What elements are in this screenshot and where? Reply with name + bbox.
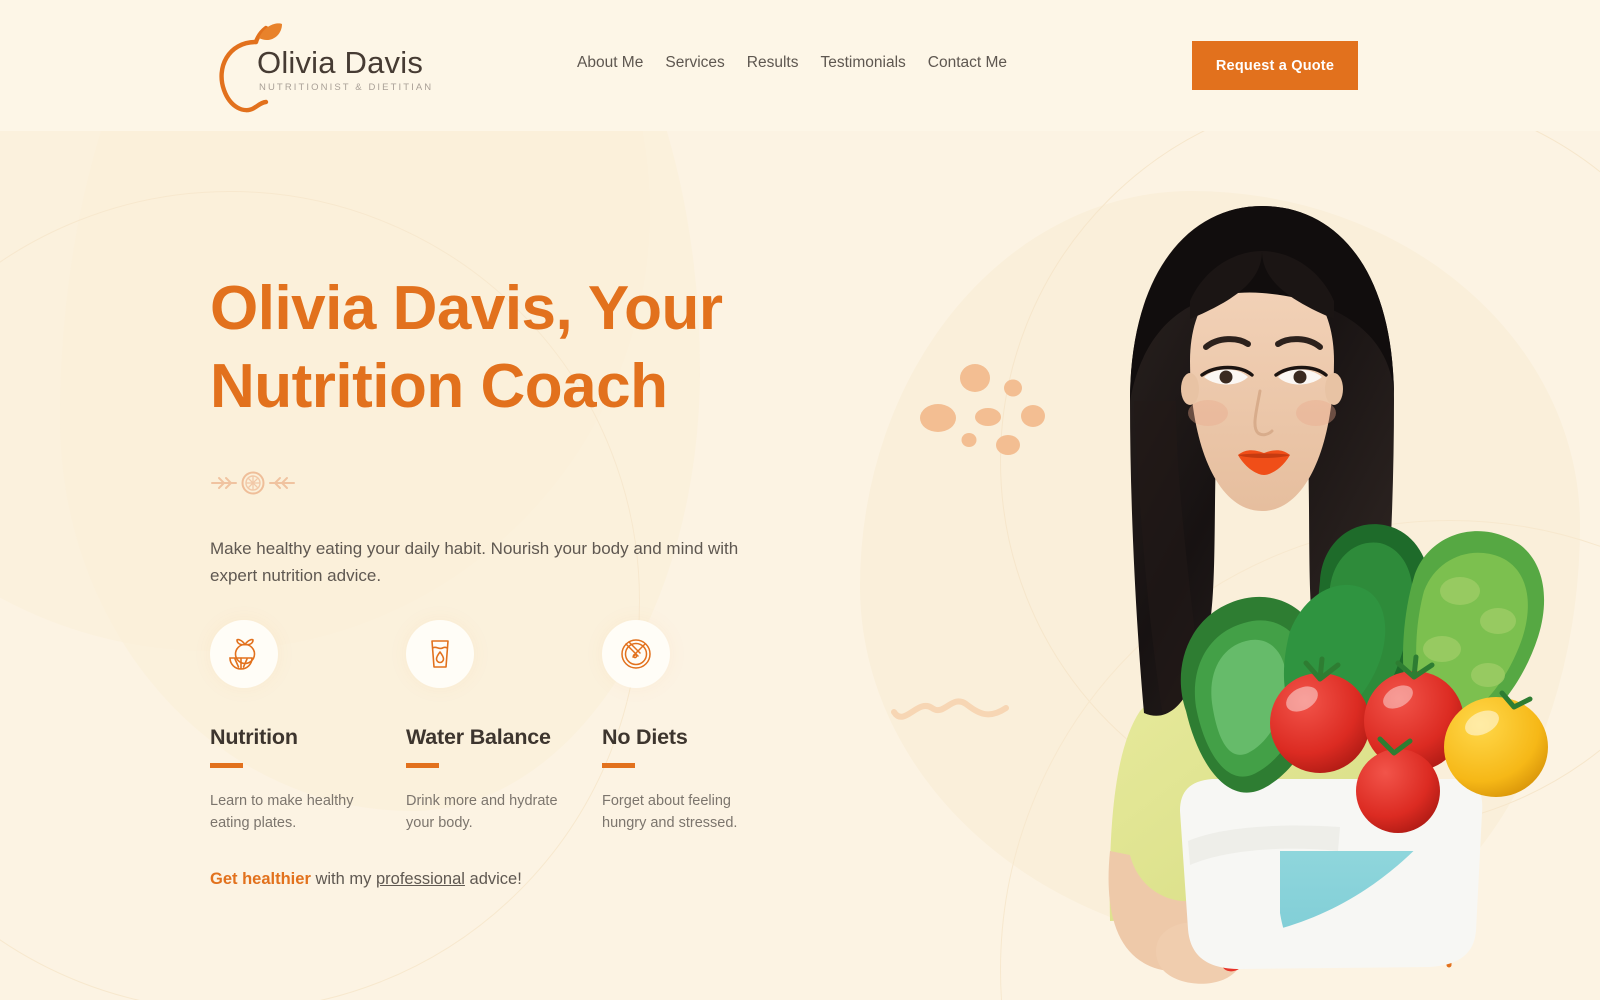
orange-slice-divider-icon (211, 471, 295, 495)
feature-description: Drink more and hydrate your body. (406, 793, 558, 832)
hero-image-area (880, 131, 1550, 1000)
feature-card-nutrition: Nutrition Learn to make healthy eating p… (210, 620, 406, 834)
nav-item-contact-me[interactable]: Contact Me (928, 54, 1007, 72)
main-nav: About Me Services Results Testimonials C… (577, 54, 1007, 72)
orange-fruit-icon (229, 638, 256, 670)
feature-icon-wrapper (406, 620, 474, 688)
feature-card-no-diets: No Diets Forget about feeling hungry and… (602, 620, 798, 834)
woman-with-vegetables-photo (1108, 206, 1550, 984)
nav-item-services[interactable]: Services (665, 54, 724, 72)
feature-description: Learn to make healthy eating plates. (210, 793, 354, 832)
cta-end-text: advice! (464, 870, 522, 888)
feature-card-water-balance: Water Balance Drink more and hydrate you… (406, 620, 602, 834)
professional-link[interactable]: professional (376, 870, 465, 888)
headline-line-2: Nutrition Coach (210, 352, 668, 422)
cta-strong-text: Get healthier (210, 870, 311, 888)
nav-item-testimonials[interactable]: Testimonials (820, 54, 905, 72)
headline-line-1: Olivia Davis, Your (210, 274, 723, 343)
water-glass-icon (431, 640, 449, 668)
feature-description: Forget about feeling hungry and stressed… (602, 793, 738, 832)
request-a-quote-button[interactable]: Request a Quote (1192, 41, 1358, 90)
feature-title: Water Balance (406, 725, 551, 749)
cta-mid-text: with my (310, 870, 376, 888)
page-title: Olivia Davis, Your Nutrition Coach (210, 270, 830, 426)
feature-title: No Diets (602, 725, 688, 749)
feature-icon-wrapper (210, 620, 278, 688)
hero-lead-text: Make healthy eating your daily habit. No… (210, 539, 739, 586)
feature-list: Nutrition Learn to make healthy eating p… (210, 620, 798, 834)
logo[interactable]: Olivia Davis NUTRITIONIST & DIETITIAN (210, 20, 570, 115)
plate-cutlery-icon (621, 639, 651, 669)
feature-underline (210, 763, 243, 768)
site-header: Olivia Davis NUTRITIONIST & DIETITIAN Ab… (0, 0, 1600, 131)
logo-subtitle: NUTRITIONIST & DIETITIAN (259, 82, 434, 93)
feature-underline (602, 763, 635, 768)
nav-item-results[interactable]: Results (747, 54, 799, 72)
nav-item-about-me[interactable]: About Me (577, 54, 643, 72)
get-healthier-cta: Get healthier with my professional advic… (210, 870, 522, 889)
logo-name: Olivia Davis (257, 45, 424, 80)
feature-title: Nutrition (210, 725, 298, 749)
landing-page: Olivia Davis NUTRITIONIST & DIETITIAN Ab… (0, 0, 1600, 1000)
hero-text-block: Olivia Davis, Your Nutrition Coach Make … (210, 270, 830, 590)
feature-icon-wrapper (602, 620, 670, 688)
feature-underline (406, 763, 439, 768)
